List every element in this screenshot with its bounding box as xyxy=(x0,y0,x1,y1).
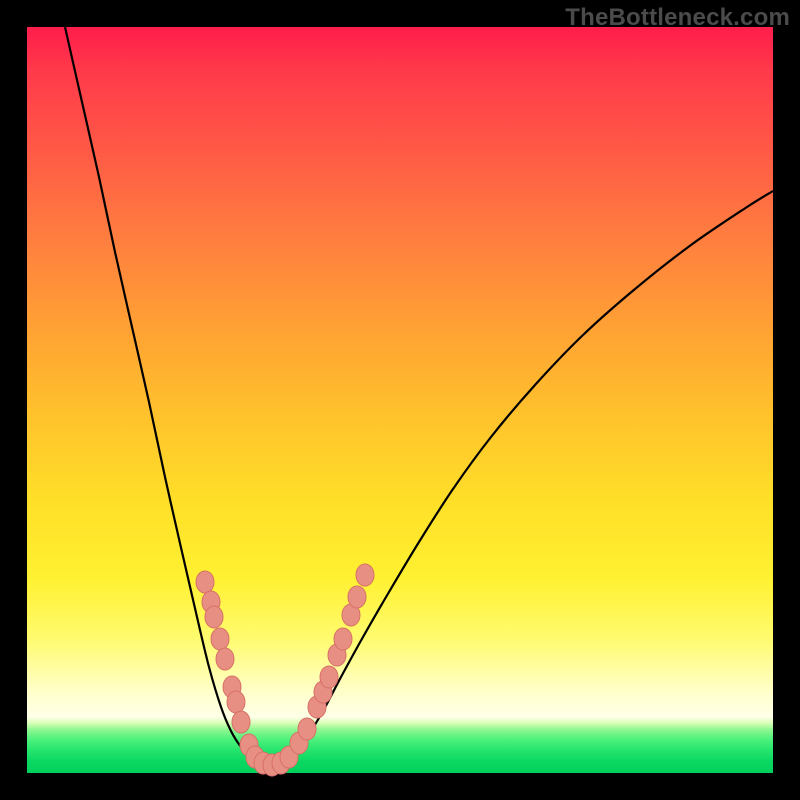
scatter-dot xyxy=(356,564,374,586)
scatter-dot xyxy=(227,691,245,713)
scatter-dot xyxy=(196,571,214,593)
scatter-dot xyxy=(320,666,338,688)
scatter-dot xyxy=(205,606,223,628)
scatter-dots xyxy=(196,564,374,776)
scatter-dot xyxy=(216,648,234,670)
bottleneck-curve xyxy=(65,27,773,765)
scatter-dot xyxy=(211,628,229,650)
scatter-dot xyxy=(334,628,352,650)
scatter-dot xyxy=(232,711,250,733)
curve-svg xyxy=(27,27,773,773)
plot-area xyxy=(27,27,773,773)
scatter-dot xyxy=(298,718,316,740)
watermark-text: TheBottleneck.com xyxy=(565,4,790,32)
scatter-dot xyxy=(348,586,366,608)
chart-frame: TheBottleneck.com xyxy=(0,0,800,800)
